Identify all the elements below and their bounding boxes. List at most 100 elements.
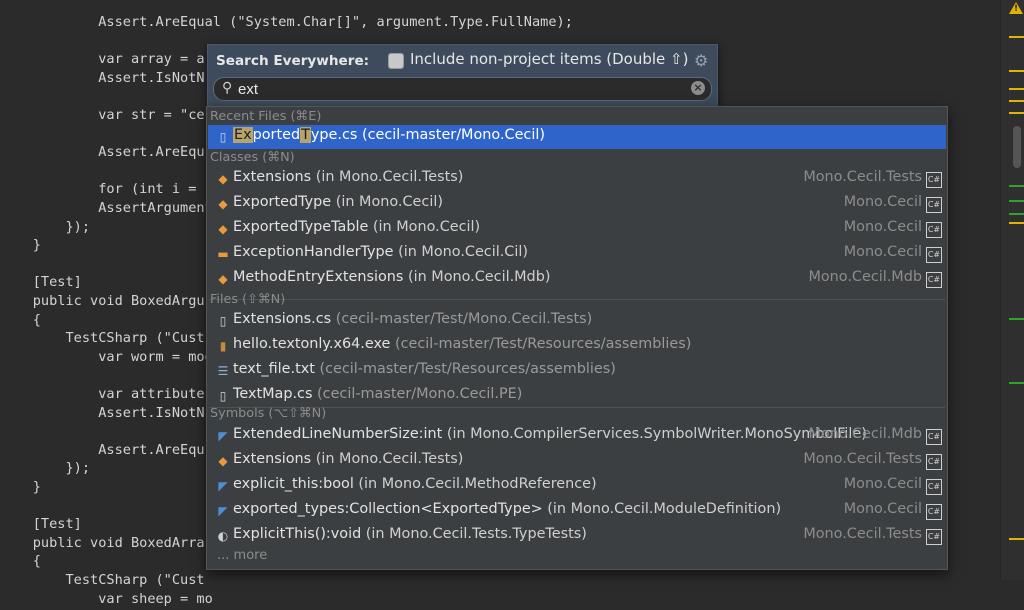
warning-mark[interactable] [1009,222,1024,224]
result-label: TextMap.cs (cecil-master/Mono.Cecil.PE) [233,386,522,402]
warning-mark[interactable] [1009,100,1024,102]
label-part: ype.cs [310,127,358,143]
result-module: Mono.Cecil.Tests [803,169,922,185]
module-icon: C# [926,172,942,188]
code-line[interactable]: Assert.AreEqu [0,141,204,163]
result-row[interactable]: ◆ ExportedType (in Mono.Cecil) Mono.Cecil C… [208,192,946,216]
class-icon: ◆ [218,197,228,212]
result-row[interactable]: ◤ explicit_this:bool (in Mono.Cecil.Metho… [208,474,946,498]
result-module: Mono.Cecil.Tests [803,526,922,543]
result-row[interactable]: ◤ exported_types:Collection<ExportedType>… [208,499,946,523]
result-module: Mono.Cecil [843,501,922,518]
module-icon: C# [926,479,942,496]
warning-mark[interactable] [1009,88,1024,90]
result-name: ExportedTypeTable [233,219,369,236]
error-stripe-gutter[interactable]: ! [1000,0,1024,580]
change-mark[interactable] [1009,318,1024,320]
code-line[interactable]: Assert.AreEqual ("System.Char[]", argume… [0,11,573,33]
result-path: (cecil-master/Test/Mono.Cecil.Tests) [331,311,593,327]
search-field[interactable]: ⚲ × [213,77,712,101]
result-label: exported_types:Collection<ExportedType> … [233,501,781,517]
include-non-project-checkbox[interactable] [388,53,404,69]
result-name: exported_types:Collection<ExportedType> [233,501,543,518]
result-row[interactable]: ◐ ExplicitThis():void (in Mono.Cecil.Test… [208,524,946,548]
result-row[interactable]: ◆ Extensions (in Mono.Cecil.Tests) Mono.Ce… [208,449,946,473]
search-results-popup: Recent Files (⌘E) ▯ ExportedType.cs (cec… [206,106,948,570]
result-name: Extensions.cs [233,311,332,327]
warning-mark[interactable] [1009,112,1024,114]
result-row[interactable]: ▯ Extensions.cs (cecil-master/Test/Mono.C… [208,309,946,333]
result-module: Mono.Cecil.Tests [803,451,922,468]
module-icon: C# [926,222,942,239]
result-label: Extensions (in Mono.Cecil.Tests) [233,451,463,467]
code-line[interactable]: Assert.IsNotN [0,402,204,424]
section-symbols: Symbols (⌥⇧⌘N) [210,406,327,421]
search-everywhere-header: Search Everywhere: Include non-project i… [207,44,718,108]
result-location: (in Mono.Cecil.Tests.TypeTests) [361,526,587,543]
result-label: explicit_this:bool (in Mono.Cecil.Method… [233,476,597,492]
gear-icon[interactable]: ⚙ [694,51,708,70]
match-highlight: Ex [233,127,253,143]
change-mark[interactable] [1009,200,1024,202]
change-mark[interactable] [1009,213,1024,215]
result-name: ExplicitThis():void [233,526,362,543]
code-line[interactable]: } [0,476,41,498]
warning-mark[interactable] [1009,538,1024,540]
warning-mark[interactable] [1009,70,1024,72]
result-path: (cecil-master/Test/Resources/assemblies) [314,361,616,378]
result-row[interactable]: ◆ ExportedTypeTable (in Mono.Cecil) Mono.C… [208,217,946,241]
result-row[interactable]: ◤ ExtendedLineNumberSize:int (in Mono.Com… [208,424,946,448]
class-icon: ◆ [218,272,228,287]
result-module: Mono.Cecil [843,244,922,261]
include-non-project-label[interactable]: Include non-project items (Double ⇧) [410,50,688,68]
clear-icon[interactable]: × [691,81,705,95]
code-line[interactable]: } [0,234,41,256]
module-icon: C# [926,247,942,264]
warning-icon[interactable]: ! [1009,2,1023,14]
change-mark[interactable] [1009,185,1024,187]
result-row[interactable]: ◆ MethodEntryExtensions (in Mono.Cecil.Md… [208,267,946,291]
exe-file-icon: ▮ [219,339,227,354]
result-label: text_file.txt (cecil-master/Test/Resourc… [233,361,616,377]
scrollbar-thumb[interactable] [1013,126,1021,168]
warning-mark[interactable] [1009,36,1024,38]
search-icon: ⚲ [222,80,233,96]
result-label: Extensions.cs (cecil-master/Test/Mono.Ce… [233,311,592,327]
code-line[interactable]: var str = "ce [0,104,204,126]
result-module: Mono.Cecil.Mdb [808,269,922,286]
result-row-recent[interactable]: ▯ ExportedType.cs (cecil-master/Mono.Cec… [208,125,946,149]
recent-file-label: ExportedType.cs (cecil-master/Mono.Cecil… [233,127,545,143]
result-row[interactable]: ◆ Extensions (in Mono.Cecil.Tests) Mono.Ce… [208,167,946,191]
result-name: ExceptionHandlerType [233,244,394,261]
result-label: MethodEntryExtensions (in Mono.Cecil.Mdb… [233,269,550,285]
result-row[interactable]: ▯ TextMap.cs (cecil-master/Mono.Cecil.PE) [208,384,946,408]
result-row[interactable]: ▮ hello.textonly.x64.exe (cecil-master/Te… [208,334,946,358]
result-location: (in Mono.Cecil.Tests) [311,169,464,185]
result-label: ExportedTypeTable (in Mono.Cecil) [233,219,480,235]
result-name: ExtendedLineNumberSize:int [233,426,443,442]
result-name: Extensions [233,169,312,185]
result-label: hello.textonly.x64.exe (cecil-master/Tes… [233,336,691,352]
section-divider [209,299,945,300]
code-line[interactable]: var worm = mod [0,346,213,368]
field-icon: ◤ [218,504,228,519]
result-location: (in Mono.Cecil.Cil) [393,244,528,261]
text-file-icon: ☰ [217,364,229,379]
code-line[interactable]: Assert.IsNotN [0,67,204,89]
field-icon: ◤ [218,429,228,443]
result-name: TextMap.cs [233,386,313,403]
result-row[interactable]: ▬ ExceptionHandlerType (in Mono.Cecil.Cil… [208,242,946,266]
module-icon: C# [926,454,942,471]
module-icon: C# [926,504,942,521]
result-name: text_file.txt [233,361,315,378]
match-highlight: T [300,127,311,143]
more-results-link[interactable]: ... more [217,548,267,563]
change-mark[interactable] [1009,382,1024,384]
result-name: MethodEntryExtensions [233,269,404,286]
result-row[interactable]: ☰ text_file.txt (cecil-master/Test/Resour… [208,359,946,383]
search-input[interactable] [238,78,678,100]
class-icon: ◆ [218,454,228,469]
method-icon: ◐ [217,529,229,544]
code-line[interactable]: var sheep = mo [0,588,213,610]
result-location: (in Mono.Cecil) [331,194,443,211]
